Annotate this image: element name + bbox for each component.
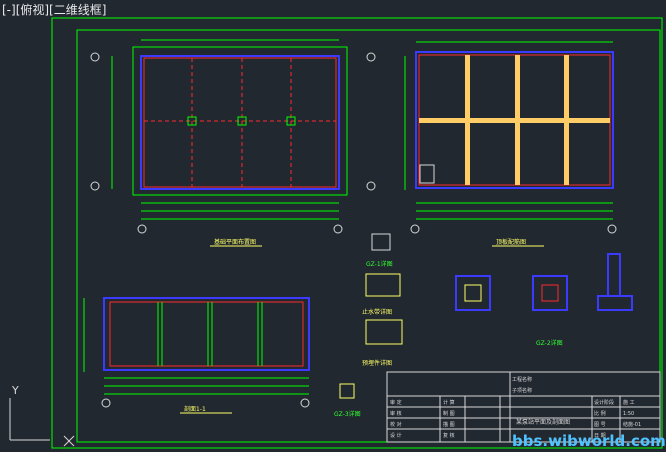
plan-right-title: 顶板配筋图	[496, 238, 526, 246]
section-title: 剖面1-1	[184, 405, 206, 413]
grid-bubble	[300, 398, 310, 408]
grid-bubble	[90, 181, 100, 191]
plan-right: 顶板配筋图	[366, 41, 617, 247]
detail-gz1-label: GZ-1详图	[366, 260, 393, 268]
grid-bubble	[137, 224, 147, 234]
section-1-1: 剖面1-1	[83, 297, 310, 414]
tb-right-val-2: 1:50	[623, 411, 634, 417]
grid-bubble	[366, 181, 376, 191]
tb-right-val-1: 施 工	[623, 399, 635, 406]
ucs-y-label: Y	[11, 384, 19, 397]
plan-left-inner-wall	[143, 57, 337, 188]
tb-left-1: 审 定	[390, 399, 402, 406]
detail-d1-label: 止水带详图	[362, 308, 392, 316]
tb-project: 某泵站平面及剖面图	[516, 418, 570, 426]
plan-left-wall	[140, 55, 340, 190]
grid-bubble	[90, 52, 100, 62]
grid-bubble	[410, 224, 420, 234]
section-inner	[109, 301, 304, 367]
grid-bubble	[101, 398, 111, 408]
section-outline	[103, 297, 310, 371]
wall-footing	[597, 295, 633, 311]
tb-header-2: 子项名称	[512, 387, 532, 394]
grid-bubble	[366, 52, 376, 62]
stair-detail	[419, 164, 435, 184]
beam	[419, 118, 610, 123]
tb-mid-3: 描 图	[443, 421, 455, 428]
footing-column	[464, 284, 482, 302]
sheet-inner-border	[76, 29, 661, 443]
detail-d2-label: 预埋件详图	[362, 359, 392, 367]
detail-gz1	[371, 233, 391, 251]
detail-d1	[365, 273, 401, 297]
tb-mid-2: 制 图	[443, 410, 455, 417]
detail-gz3	[339, 383, 355, 399]
plan-left: 基础平面布置图	[90, 39, 348, 247]
plan-left-title: 基础平面布置图	[214, 238, 256, 246]
tb-right-2: 比 例	[594, 410, 606, 417]
wall-section	[607, 253, 621, 297]
tb-header-1: 工程名称	[512, 376, 532, 383]
tb-mid-4: 复 核	[443, 432, 455, 439]
grid-bubble	[607, 224, 617, 234]
tb-right-val-3: 结施-01	[623, 421, 641, 428]
detail-d2	[365, 319, 403, 345]
tb-left-3: 校 对	[390, 421, 402, 428]
ucs-icon: Y	[9, 384, 75, 447]
tb-right-1: 设计阶段	[594, 399, 614, 406]
detail-gz2-label: GZ-2详图	[536, 339, 563, 347]
tb-left-4: 设 计	[390, 432, 402, 439]
drawing-canvas[interactable]: 基础平面布置图 顶板配筋图 剖面1-1 GZ-1详图 止水带详图 预埋件详图 G…	[0, 0, 666, 452]
details: GZ-1详图 止水带详图 预埋件详图 GZ-2详图 GZ-3详图	[334, 233, 633, 418]
tb-mid-1: 计 算	[443, 399, 455, 406]
footing-plan	[455, 275, 491, 311]
tb-right-3: 图 号	[594, 422, 606, 428]
grid-bubble	[333, 224, 343, 234]
footing-column-2	[541, 284, 559, 302]
footing-plan-2	[532, 275, 568, 311]
detail-gz3-label: GZ-3详图	[334, 410, 361, 418]
watermark: bbs.wibworld.com	[512, 432, 666, 450]
tb-left-2: 审 核	[390, 410, 402, 417]
